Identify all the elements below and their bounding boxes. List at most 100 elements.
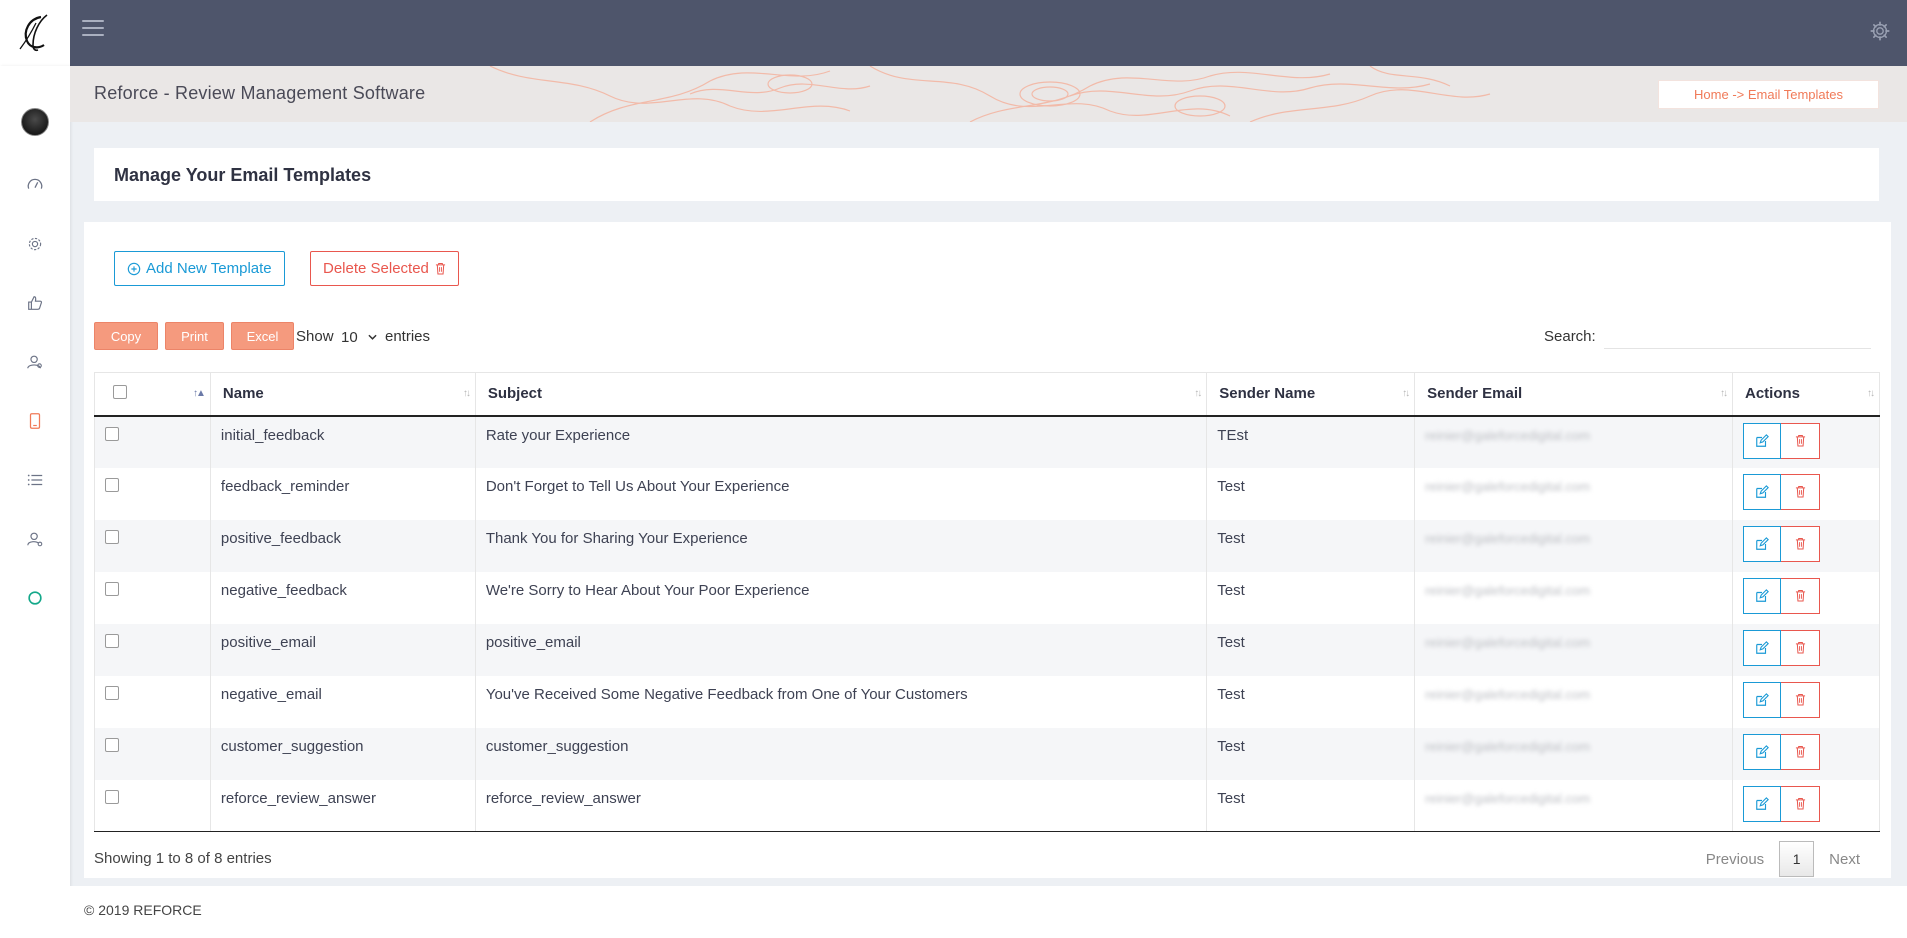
row-checkbox[interactable] — [105, 529, 119, 544]
sort-icon[interactable]: ↑↓ — [1402, 388, 1410, 399]
row-checkbox[interactable] — [105, 789, 119, 804]
edit-button[interactable] — [1743, 422, 1781, 459]
sender-email-cell: reinier@galeforcedigital.com — [1414, 779, 1733, 832]
sort-icon[interactable]: ↑↓ — [1194, 388, 1202, 399]
plus-circle-icon — [127, 262, 141, 275]
delete-button[interactable] — [1781, 629, 1820, 666]
sort-icon[interactable]: ↑↓ — [463, 388, 471, 399]
row-checkbox[interactable] — [105, 426, 119, 441]
user-settings-icon[interactable] — [23, 527, 47, 551]
search-label: Search: — [1544, 328, 1596, 345]
edit-icon — [1756, 692, 1769, 706]
previous-page-button[interactable]: Previous — [1691, 851, 1779, 868]
sort-icon[interactable]: ↑↓ — [1867, 388, 1875, 399]
edit-button[interactable] — [1743, 473, 1781, 510]
row-select-cell — [94, 623, 211, 676]
edit-button[interactable] — [1743, 577, 1781, 614]
actions-cell — [1732, 779, 1880, 832]
sender-email: reinier@galeforcedigital.com — [1425, 790, 1591, 806]
select-all-checkbox[interactable] — [113, 384, 127, 399]
template-name: feedback_reminder — [209, 467, 476, 520]
mobile-icon[interactable] — [23, 409, 47, 433]
trash-icon — [1795, 745, 1805, 758]
select-all-header[interactable]: ↑▲ — [94, 372, 211, 417]
row-select-cell — [94, 675, 211, 728]
excel-button[interactable]: Excel — [231, 322, 294, 350]
sender-email-cell: reinier@galeforcedigital.com — [1414, 571, 1733, 624]
entries-select[interactable]: 10 — [341, 325, 381, 349]
column-header-subject[interactable]: Subject ↑↓ — [474, 372, 1208, 417]
add-template-button[interactable]: Add New Template — [114, 251, 285, 286]
reforce-logo-icon — [19, 14, 48, 52]
footer: © 2019 REFORCE — [70, 886, 1907, 938]
trash-icon — [435, 262, 445, 275]
column-header-actions[interactable]: Actions ↑↓ — [1732, 372, 1880, 417]
delete-button[interactable] — [1781, 422, 1820, 459]
delete-button[interactable] — [1781, 681, 1820, 718]
row-checkbox[interactable] — [105, 477, 119, 492]
next-page-button[interactable]: Next — [1814, 851, 1875, 868]
edit-button[interactable] — [1743, 629, 1781, 666]
delete-button[interactable] — [1781, 525, 1820, 562]
table-row: customer_suggestion customer_suggestion Te… — [94, 727, 1880, 780]
column-header-name[interactable]: Name ↑↓ — [209, 372, 476, 417]
table-row: initial_feedback Rate your Experience TEst… — [94, 415, 1880, 468]
column-header-sender-name[interactable]: Sender Name ↑↓ — [1206, 372, 1416, 417]
template-name: negative_email — [209, 675, 476, 728]
column-actions-label: Actions — [1745, 385, 1801, 403]
template-subject: Thank You for Sharing Your Experience — [474, 519, 1208, 572]
delete-selected-button[interactable]: Delete Selected — [310, 251, 459, 286]
header-band: Reforce - Review Management Software Hom… — [70, 66, 1907, 122]
sort-icon[interactable]: ↑↓ — [1720, 388, 1728, 399]
actions-cell — [1732, 519, 1880, 572]
template-subject: customer_suggestion — [474, 727, 1208, 780]
edit-button[interactable] — [1743, 733, 1781, 770]
page-title: Manage Your Email Templates — [114, 165, 372, 185]
list-icon[interactable] — [23, 468, 47, 492]
thumbs-up-icon[interactable] — [23, 291, 47, 315]
top-bar — [0, 0, 1907, 66]
delete-button[interactable] — [1781, 785, 1820, 822]
edit-button[interactable] — [1743, 785, 1781, 822]
delete-button[interactable] — [1781, 473, 1820, 510]
settings-gear-icon[interactable] — [1869, 20, 1891, 42]
app-title: Reforce - Review Management Software — [94, 83, 426, 103]
chevron-down-icon — [368, 334, 377, 340]
print-button[interactable]: Print — [165, 322, 224, 350]
avatar[interactable] — [21, 108, 49, 136]
row-checkbox[interactable] — [105, 685, 119, 700]
copy-button[interactable]: Copy — [94, 322, 158, 350]
trash-icon — [1795, 589, 1805, 602]
page-1-button[interactable]: 1 — [1779, 841, 1815, 877]
breadcrumb[interactable]: Home -> Email Templates — [1658, 80, 1879, 109]
sender-email: reinier@galeforcedigital.com — [1425, 530, 1591, 546]
column-sender-name-label: Sender Name — [1219, 385, 1316, 403]
edit-button[interactable] — [1743, 525, 1781, 562]
delete-button[interactable] — [1781, 577, 1820, 614]
sender-name: Test — [1206, 467, 1416, 520]
template-subject: positive_email — [474, 623, 1208, 676]
row-select-cell — [94, 519, 211, 572]
column-header-sender-email[interactable]: Sender Email ↑↓ — [1414, 372, 1733, 417]
edit-button[interactable] — [1743, 681, 1781, 718]
sender-name: Test — [1206, 623, 1416, 676]
template-name: initial_feedback — [209, 415, 476, 468]
sender-email-cell: reinier@galeforcedigital.com — [1414, 675, 1733, 728]
edit-icon — [1756, 588, 1769, 602]
actions-cell — [1732, 727, 1880, 780]
logo[interactable] — [0, 0, 70, 66]
row-checkbox[interactable] — [105, 581, 119, 596]
dashboard-icon[interactable] — [23, 173, 47, 197]
circle-icon[interactable] — [23, 586, 47, 610]
search-input[interactable] — [1604, 323, 1871, 349]
users-icon[interactable] — [23, 350, 47, 374]
menu-toggle-icon[interactable] — [82, 20, 104, 38]
table-row: negative_feedback We're Sorry to Hear Abo… — [94, 571, 1880, 624]
add-template-label: Add New Template — [146, 260, 272, 277]
gear-icon[interactable] — [23, 232, 47, 256]
sort-icon[interactable]: ↑▲ — [193, 388, 206, 399]
template-subject: Rate your Experience — [474, 415, 1208, 468]
delete-button[interactable] — [1781, 733, 1820, 770]
row-checkbox[interactable] — [105, 737, 119, 752]
row-checkbox[interactable] — [105, 633, 119, 648]
